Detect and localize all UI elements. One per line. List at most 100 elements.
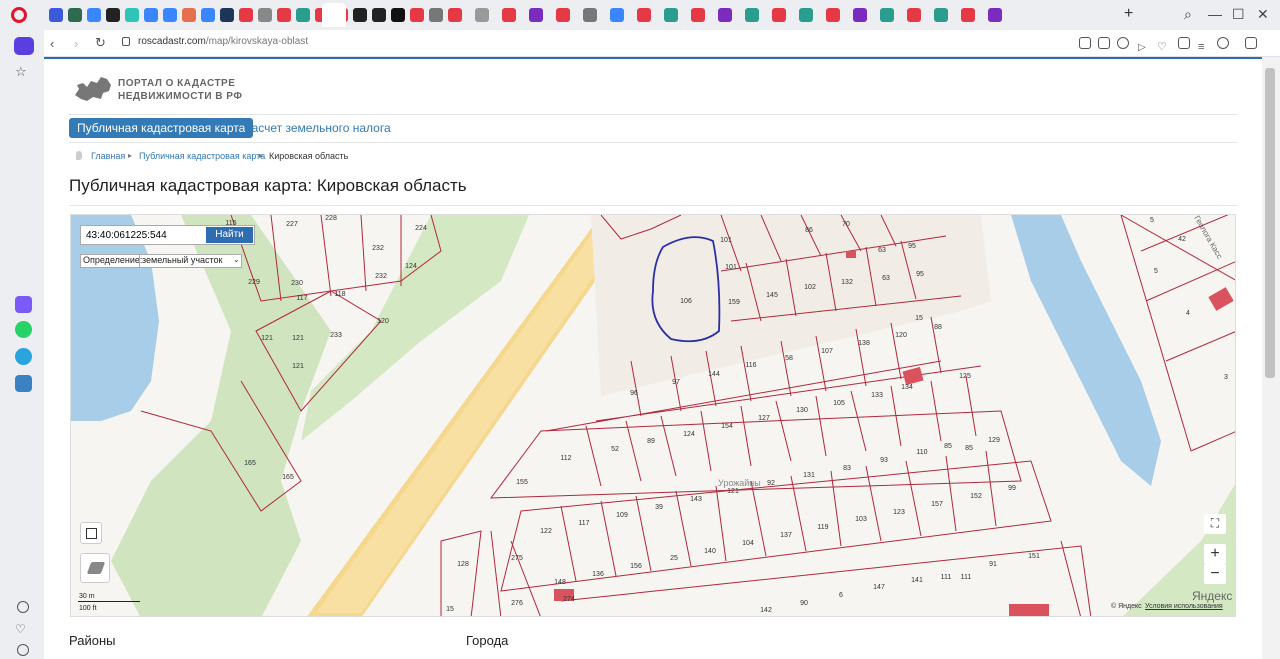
parcel-number-label[interactable]: 124 — [683, 431, 695, 438]
parcel-number-label[interactable]: 104 — [742, 540, 754, 547]
extensions-icon[interactable] — [1245, 37, 1257, 49]
parcel-number-label[interactable]: 120 — [377, 318, 389, 325]
tab-favicon-icon[interactable] — [961, 8, 975, 22]
search-button[interactable]: Найти — [206, 227, 253, 243]
yandex-logo[interactable]: Яндекс — [1192, 589, 1232, 603]
new-tab-button[interactable]: + — [1124, 5, 1133, 23]
parcel-number-label[interactable]: 233 — [330, 332, 342, 339]
parcel-number-label[interactable]: 121 — [292, 363, 304, 370]
parcel-number-label[interactable]: 112 — [560, 455, 571, 462]
parcel-number-label[interactable]: 227 — [286, 221, 298, 228]
tab-favicon-icon[interactable] — [125, 8, 139, 22]
tab-land-tax[interactable]: Расчет земельного налога — [244, 121, 391, 135]
tab-favicon-icon[interactable] — [853, 8, 867, 22]
parcel-number-label[interactable]: 121 — [292, 335, 304, 342]
parcel-number-label[interactable]: 4 — [1186, 310, 1190, 317]
parcel-number-label[interactable]: 117 — [578, 520, 589, 527]
account-icon[interactable] — [1217, 37, 1229, 49]
tab-favicon-icon[interactable] — [87, 8, 101, 22]
parcel-number-label[interactable]: 92 — [767, 480, 775, 487]
parcel-number-label[interactable]: 42 — [1178, 236, 1186, 243]
parcel-number-label[interactable]: 275 — [511, 555, 523, 562]
parcel-number-label[interactable]: 134 — [901, 384, 913, 391]
tab-favicon-icon[interactable] — [610, 8, 624, 22]
tab-favicon-icon[interactable] — [429, 8, 443, 22]
parcel-number-label[interactable]: 90 — [800, 600, 808, 607]
camera-icon[interactable] — [1098, 37, 1110, 49]
tab-favicon-icon[interactable] — [68, 8, 82, 22]
parcel-number-label[interactable]: 120 — [895, 332, 907, 339]
close-window-icon[interactable]: ✕ — [1257, 6, 1269, 23]
parcel-number-label[interactable]: 52 — [611, 446, 619, 453]
tab-favicon-icon[interactable] — [988, 8, 1002, 22]
parcel-number-label[interactable]: 228 — [325, 215, 337, 222]
tab-favicon-icon[interactable] — [49, 8, 63, 22]
parcel-number-label[interactable]: 88 — [934, 324, 942, 331]
active-tab[interactable] — [322, 3, 346, 27]
parcel-number-label[interactable]: 15 — [915, 315, 923, 322]
parcel-number-label[interactable]: 117 — [296, 295, 307, 302]
scrollbar-thumb[interactable] — [1265, 68, 1275, 378]
parcel-number-label[interactable]: 5 — [1154, 268, 1158, 275]
parcel-number-label[interactable]: 165 — [244, 460, 256, 467]
url-field[interactable]: roscadastr.com/map/kirovskaya-oblast — [138, 36, 308, 47]
tab-favicon-icon[interactable] — [934, 8, 948, 22]
parcel-number-label[interactable]: 121 — [261, 335, 273, 342]
parcel-number-label[interactable]: 95 — [916, 271, 924, 278]
parcel-number-label[interactable]: 129 — [988, 437, 1000, 444]
parcel-number-label[interactable]: 116 — [745, 362, 756, 369]
parcel-number-label[interactable]: 152 — [970, 493, 982, 500]
tab-search-icon[interactable]: ⌕ — [1184, 6, 1192, 23]
zoom-out-button[interactable]: − — [1204, 564, 1226, 584]
parcel-number-label[interactable]: 107 — [821, 348, 833, 355]
russia-map-logo-icon[interactable] — [73, 75, 113, 103]
parcel-number-label[interactable]: 151 — [1028, 553, 1040, 560]
minimize-icon[interactable]: — — [1208, 6, 1222, 22]
parcel-number-label[interactable]: 156 — [630, 563, 642, 570]
parcel-number-label[interactable]: 133 — [871, 392, 883, 399]
tab-favicon-icon[interactable] — [182, 8, 196, 22]
tab-favicon-icon[interactable] — [391, 8, 405, 22]
parcel-number-label[interactable]: 96 — [630, 390, 638, 397]
parcel-number-label[interactable]: 102 — [804, 284, 816, 291]
parcel-number-label[interactable]: 125 — [959, 373, 971, 380]
zoom-in-button[interactable]: + — [1204, 544, 1226, 564]
parcel-number-label[interactable]: 229 — [248, 279, 260, 286]
workspace-icon[interactable] — [14, 37, 34, 55]
definition-select[interactable]: земельный участок — [139, 255, 241, 267]
parcel-number-label[interactable]: 124 — [405, 263, 417, 270]
menu-icon[interactable]: ≡ — [1198, 37, 1210, 53]
tab-favicon-icon[interactable] — [475, 8, 489, 22]
parcel-number-label[interactable]: 127 — [758, 415, 770, 422]
tab-favicon-icon[interactable] — [772, 8, 786, 22]
tab-favicon-icon[interactable] — [448, 8, 462, 22]
parcel-number-label[interactable]: 103 — [855, 516, 867, 523]
parcel-number-label[interactable]: 165 — [282, 474, 294, 481]
whatsapp-icon[interactable] — [15, 321, 32, 338]
fullscreen-icon[interactable]: ⛶ — [1204, 514, 1226, 534]
parcel-number-label[interactable]: 147 — [873, 584, 885, 591]
parcel-number-label[interactable]: 148 — [554, 579, 566, 586]
tab-favicon-icon[interactable] — [799, 8, 813, 22]
tab-favicon-icon[interactable] — [220, 8, 234, 22]
tab-favicon-icon[interactable] — [529, 8, 543, 22]
parcel-number-label[interactable]: 128 — [457, 561, 469, 568]
opera-logo-icon[interactable] — [11, 7, 27, 23]
parcel-number-label[interactable]: 159 — [728, 299, 740, 306]
vk-icon[interactable] — [15, 375, 32, 392]
tab-favicon-icon[interactable] — [745, 8, 759, 22]
parcel-number-label[interactable]: 136 — [592, 571, 604, 578]
parcel-number-label[interactable]: 89 — [647, 438, 655, 445]
parcel-number-label[interactable]: 142 — [760, 607, 772, 614]
parcel-number-label[interactable]: 122 — [540, 528, 552, 535]
parcel-number-label[interactable]: 230 — [291, 280, 303, 287]
snapshot-icon[interactable] — [1079, 37, 1091, 49]
parcel-number-label[interactable]: 99 — [1008, 485, 1016, 492]
maximize-icon[interactable]: ☐ — [1232, 6, 1245, 23]
parcel-number-label[interactable]: 85 — [965, 445, 973, 452]
parcel-number-label[interactable]: 101 — [725, 264, 737, 271]
parcel-number-label[interactable]: 155 — [516, 479, 528, 486]
parcel-number-label[interactable]: 5 — [1150, 217, 1154, 224]
parcel-number-label[interactable]: 131 — [803, 472, 815, 479]
parcel-number-label[interactable]: 3 — [1224, 374, 1228, 381]
